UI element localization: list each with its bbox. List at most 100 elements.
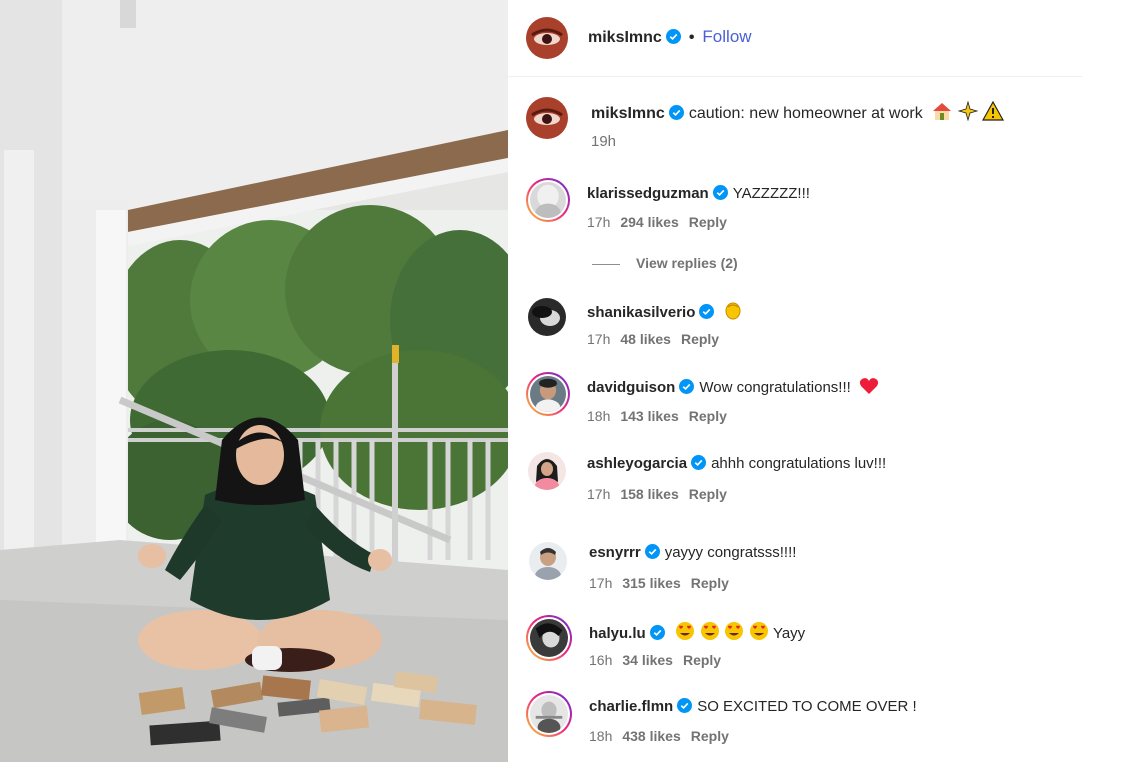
post-photo-illustration bbox=[0, 0, 508, 762]
separator-dot: • bbox=[688, 29, 695, 46]
comment-likes[interactable]: 34 likes bbox=[622, 652, 673, 668]
comment-text: Yayy bbox=[772, 625, 806, 642]
comment-item: davidguison Wow congratulations!!! 18h 143… bbox=[508, 362, 1082, 432]
comment-meta: 17h 315 likes Reply bbox=[589, 575, 739, 591]
comment-username[interactable]: klarissedguzman bbox=[587, 185, 709, 202]
warning-icon bbox=[982, 101, 1005, 121]
comment-item: charlie.flmn SO EXCITED TO COME OVER ! 18… bbox=[508, 683, 1082, 755]
reply-button[interactable]: Reply bbox=[681, 331, 719, 347]
comment-timestamp: 16h bbox=[589, 652, 613, 668]
comment-likes[interactable]: 438 likes bbox=[622, 728, 680, 744]
sparkles-icon bbox=[957, 101, 978, 121]
comment-item: esnyrrr yayyy congratsss!!!! 17h 315 likes… bbox=[508, 530, 1082, 600]
verified-badge-icon bbox=[677, 698, 693, 713]
comment-line: halyu.lu Yayy bbox=[589, 621, 805, 643]
caption-text: caution: new homeowner at work bbox=[688, 105, 923, 122]
comment-username[interactable]: shanikasilverio bbox=[587, 304, 695, 321]
comment-line: davidguison Wow congratulations!!! bbox=[587, 377, 879, 397]
clap-icon bbox=[725, 302, 741, 320]
comment-item: halyu.lu Yayy 16h 34 likes Reply bbox=[508, 606, 1082, 676]
comment-meta: 17h 294 likes Reply bbox=[587, 214, 737, 230]
reply-button[interactable]: Reply bbox=[689, 214, 727, 230]
reply-button[interactable]: Reply bbox=[689, 408, 727, 424]
verified-badge-icon bbox=[644, 544, 660, 559]
comment-likes[interactable]: 48 likes bbox=[620, 331, 671, 347]
comment-line: charlie.flmn SO EXCITED TO COME OVER ! bbox=[589, 698, 917, 716]
comment-text: SO EXCITED TO COME OVER ! bbox=[697, 698, 917, 715]
comment-username[interactable]: halyu.lu bbox=[589, 625, 646, 642]
verified-badge-icon bbox=[712, 185, 728, 200]
comment-meta: 17h 158 likes Reply bbox=[587, 486, 737, 502]
caption-timestamp: 19h bbox=[591, 133, 617, 150]
comment-timestamp: 17h bbox=[587, 214, 611, 230]
commenter-avatar[interactable] bbox=[526, 691, 572, 737]
house-icon bbox=[933, 103, 952, 120]
comment-timestamp: 17h bbox=[589, 575, 613, 591]
heart-icon bbox=[860, 378, 879, 394]
reply-button[interactable]: Reply bbox=[683, 652, 721, 668]
header-user-line: miksImnc • Follow bbox=[588, 27, 752, 47]
heart-eyes-icon bbox=[700, 622, 719, 640]
author-username[interactable]: miksImnc bbox=[588, 29, 662, 46]
comment-line: esnyrrr yayyy congratsss!!!! bbox=[589, 544, 796, 562]
comment-timestamp: 17h bbox=[587, 331, 611, 347]
view-replies-label: View replies (2) bbox=[636, 255, 738, 271]
commenter-avatar[interactable] bbox=[529, 542, 567, 580]
commenter-avatar[interactable] bbox=[526, 372, 570, 416]
view-replies-button[interactable]: View replies (2) bbox=[592, 255, 738, 271]
comment-line: klarissedguzman YAZZZZZ!!! bbox=[587, 185, 810, 203]
comment-text: Wow congratulations!!! bbox=[699, 379, 851, 396]
commenter-avatar[interactable] bbox=[526, 178, 570, 222]
verified-badge-icon bbox=[665, 29, 681, 44]
verified-badge-icon bbox=[649, 625, 665, 640]
commenter-avatar-image bbox=[528, 452, 566, 490]
heart-eyes-icon bbox=[725, 622, 744, 640]
post-header: miksImnc • Follow bbox=[508, 0, 1082, 77]
heart-eyes-emoji-group bbox=[675, 622, 773, 642]
comment-likes[interactable]: 158 likes bbox=[620, 486, 678, 502]
reply-button[interactable]: Reply bbox=[691, 728, 729, 744]
caption-username[interactable]: miksImnc bbox=[591, 105, 665, 122]
reply-button[interactable]: Reply bbox=[689, 486, 727, 502]
comment-text: ahhh congratulations luv!!! bbox=[711, 455, 887, 472]
comment-username[interactable]: davidguison bbox=[587, 379, 675, 396]
comments-panel: miksImnc • Follow miksImnc caution: new hom… bbox=[508, 0, 1122, 762]
comment-username[interactable]: ashleyogarcia bbox=[587, 455, 687, 472]
comment-item: shanikasilverio 17h 48 likes Reply bbox=[508, 286, 1082, 356]
author-avatar-image bbox=[526, 17, 568, 59]
comment-username[interactable]: esnyrrr bbox=[589, 544, 641, 561]
comment-item: klarissedguzman YAZZZZZ!!! 17h 294 likes Re… bbox=[508, 168, 1082, 238]
comment-timestamp: 17h bbox=[587, 486, 611, 502]
comment-likes[interactable]: 294 likes bbox=[620, 214, 678, 230]
commenter-avatar[interactable] bbox=[528, 452, 566, 490]
commenter-avatar-image bbox=[530, 619, 568, 657]
comment-timestamp: 18h bbox=[589, 728, 613, 744]
comment-meta: 16h 34 likes Reply bbox=[589, 652, 731, 668]
commenter-avatar-image bbox=[530, 182, 566, 218]
verified-badge-icon bbox=[699, 304, 715, 319]
commenter-avatar-image bbox=[530, 695, 568, 733]
view-replies-dash bbox=[592, 263, 620, 265]
comment-meta: 18h 438 likes Reply bbox=[589, 728, 739, 744]
comment-meta: 18h 143 likes Reply bbox=[587, 408, 737, 424]
comment-line: ashleyogarcia ahhh congratulations luv!!! bbox=[587, 455, 886, 473]
commenter-avatar-image bbox=[530, 376, 566, 412]
verified-badge-icon bbox=[679, 379, 695, 394]
comment-likes[interactable]: 315 likes bbox=[622, 575, 680, 591]
commenter-avatar[interactable] bbox=[528, 298, 566, 336]
reply-button[interactable]: Reply bbox=[691, 575, 729, 591]
comment-line: shanikasilverio bbox=[587, 300, 743, 322]
comment-text: YAZZZZZ!!! bbox=[732, 185, 810, 202]
author-avatar[interactable] bbox=[526, 17, 568, 59]
comment-text: yayyy congratsss!!!! bbox=[664, 544, 797, 561]
commenter-avatar[interactable] bbox=[526, 615, 572, 661]
comment-meta: 17h 48 likes Reply bbox=[587, 331, 729, 347]
follow-button[interactable]: Follow bbox=[702, 27, 751, 46]
post-image[interactable] bbox=[0, 0, 508, 762]
comment-likes[interactable]: 143 likes bbox=[620, 408, 678, 424]
commenter-avatar-image bbox=[528, 298, 566, 336]
verified-badge-icon bbox=[691, 455, 707, 470]
comment-username[interactable]: charlie.flmn bbox=[589, 698, 673, 715]
caption-author-avatar[interactable] bbox=[526, 97, 568, 139]
caption-row: miksImnc caution: new homeowner at work 1… bbox=[508, 76, 1082, 156]
